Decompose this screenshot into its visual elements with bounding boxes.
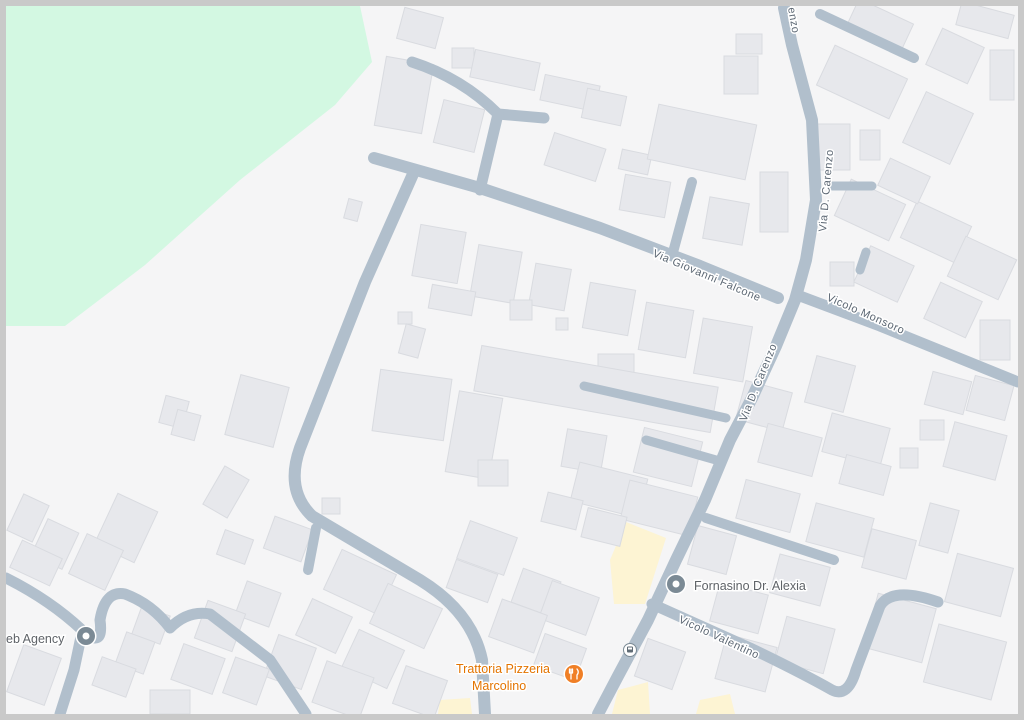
building [735,33,763,55]
road-spur [855,247,871,275]
building [477,459,509,487]
map-pin-icon[interactable] [665,573,687,595]
building [979,319,1011,361]
building [451,47,475,69]
building [759,171,789,233]
building [555,317,569,331]
bus-stop-icon[interactable] [623,643,637,657]
building [321,497,341,515]
poi-label-trattoria-line2[interactable]: Marcolino [471,678,528,695]
poi-label-fornasino[interactable]: Fornasino Dr. Alexia [693,578,808,595]
map-view[interactable]: Via Giovanni Falcone Via D. Carenzo Via … [6,6,1018,714]
building [411,223,467,285]
building [637,301,695,359]
map-pin-icon[interactable] [75,625,97,647]
road-spur [492,108,550,124]
map-canvas[interactable]: Via Giovanni Falcone Via D. Carenzo Via … [6,6,1018,714]
building [692,317,754,383]
building [702,196,750,246]
building [371,368,453,442]
building [469,243,523,305]
building [919,419,945,441]
building [618,173,672,219]
restaurant-icon[interactable] [563,663,585,685]
building [509,299,533,321]
building [859,129,881,161]
building [723,55,759,95]
building [899,447,919,469]
building [149,689,191,714]
building [829,261,855,287]
building [989,49,1015,101]
building [397,311,413,325]
poi-label-web-agency[interactable]: eb Agency [6,631,67,648]
building [581,281,637,337]
building [528,262,572,312]
commercial-area [438,698,472,714]
poi-label-trattoria-line1[interactable]: Trattoria Pizzeria [455,661,552,678]
